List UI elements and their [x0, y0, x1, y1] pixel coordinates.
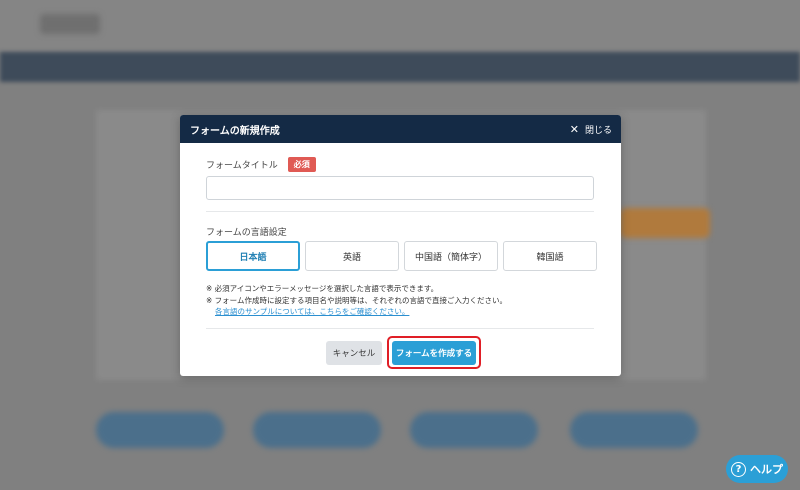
form-title-label-row: フォームタイトル 必須 — [206, 157, 316, 172]
close-icon: ✕ — [569, 122, 579, 136]
close-label: 閉じる — [584, 125, 612, 136]
language-label: フォームの言語設定 — [206, 228, 287, 238]
background-pill — [570, 412, 698, 448]
background-topbar — [0, 0, 800, 52]
note-text: ※ フォーム作成時に設定する項目名や説明等は、それぞれの言語で直接ご入力ください… — [206, 295, 507, 305]
form-title-label: フォームタイトル — [206, 161, 278, 171]
new-form-modal: フォームの新規作成 ✕ 閉じる フォームタイトル 必須 フォームの言語設定 日本… — [180, 115, 621, 376]
form-title-input[interactable] — [206, 176, 594, 200]
divider — [206, 328, 594, 329]
create-form-button[interactable]: フォームを作成する — [392, 341, 476, 365]
note-text: ※ 必須アイコンやエラーメッセージを選択した言語で表示できます。 — [206, 284, 439, 293]
help-label: ヘルプ — [750, 463, 783, 476]
background-orange-button — [620, 208, 710, 238]
help-button[interactable]: ? ヘルプ — [726, 455, 788, 483]
close-button[interactable]: ✕ 閉じる — [570, 123, 612, 136]
modal-title: フォームの新規作成 — [190, 125, 280, 137]
background-pill — [253, 412, 381, 448]
background-pill — [410, 412, 538, 448]
language-options: 日本語 英語 中国語（簡体字） 韓国語 — [206, 241, 597, 271]
required-badge: 必須 — [287, 157, 316, 172]
divider — [206, 211, 594, 212]
language-option-english[interactable]: 英語 — [305, 241, 399, 271]
language-notes: ※ 必須アイコンやエラーメッセージを選択した言語で表示できます。 ※ フォーム作… — [206, 283, 507, 318]
background-pill — [96, 412, 224, 448]
sample-link[interactable]: 各言語のサンプルについては、こちらをご確認ください。 — [206, 306, 507, 318]
language-option-korean[interactable]: 韓国語 — [503, 241, 597, 271]
modal-header: フォームの新規作成 ✕ 閉じる — [180, 115, 621, 143]
background-navbar — [0, 52, 800, 82]
language-option-japanese[interactable]: 日本語 — [206, 241, 300, 271]
language-option-chinese[interactable]: 中国語（簡体字） — [404, 241, 498, 271]
background-logo — [40, 14, 100, 34]
question-icon: ? — [731, 461, 746, 477]
cancel-button[interactable]: キャンセル — [326, 341, 382, 365]
